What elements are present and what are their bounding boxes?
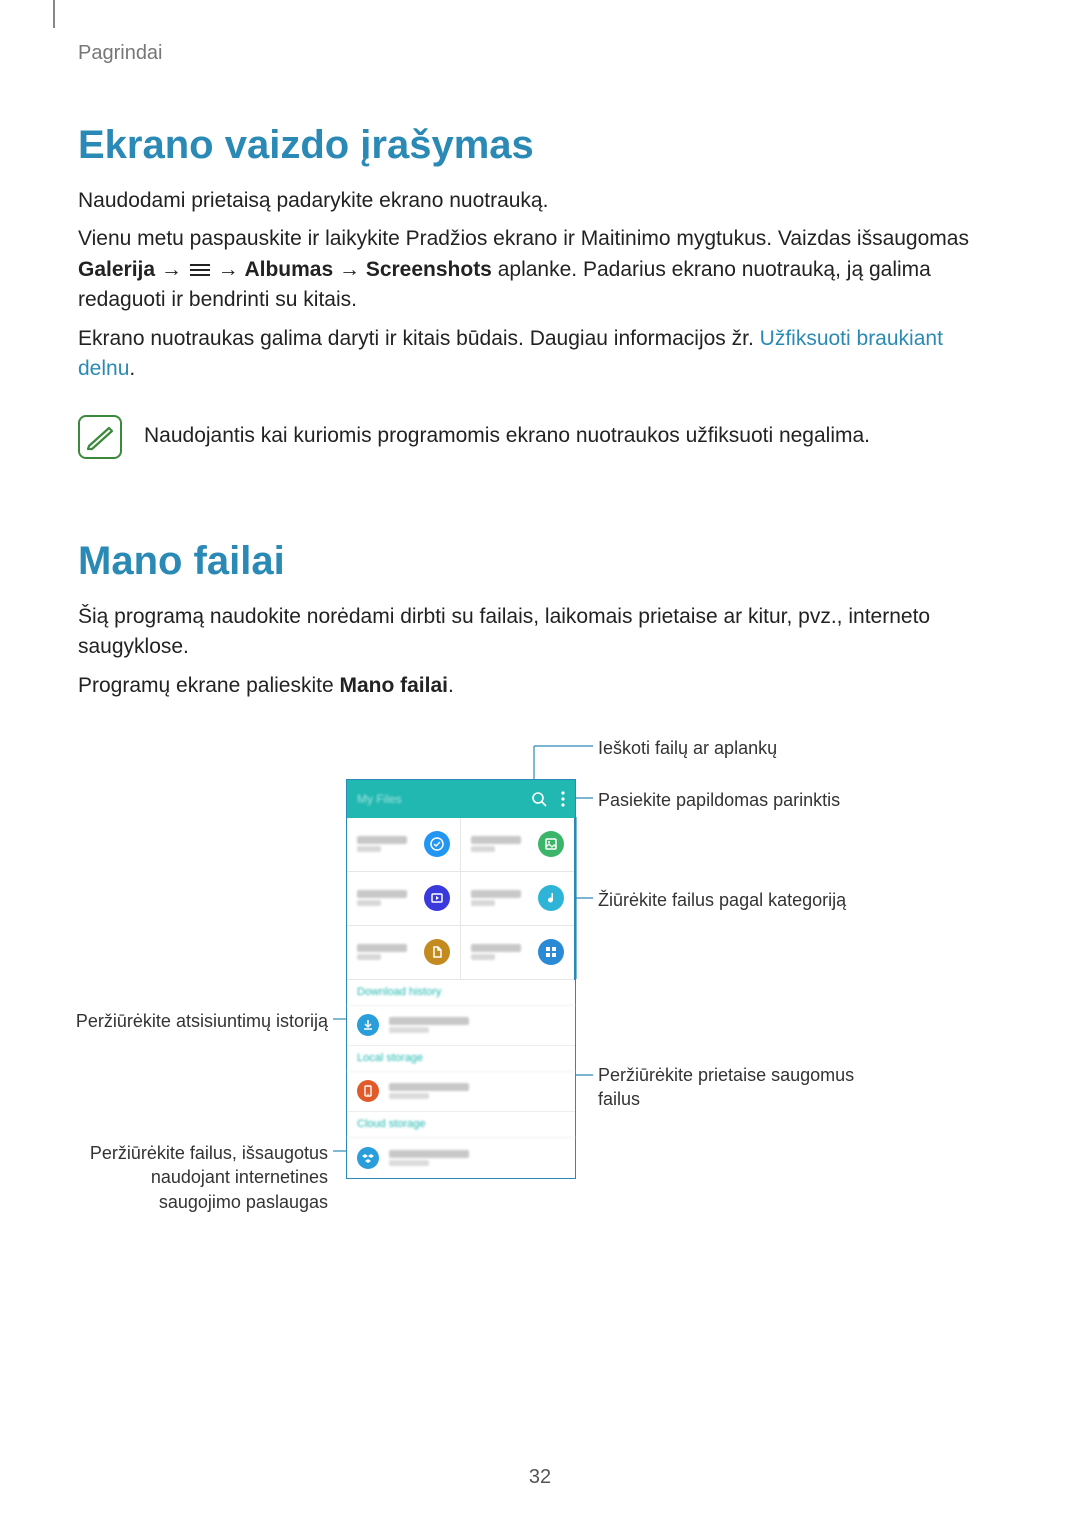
- arrow-separator: →: [161, 258, 188, 281]
- phone-sections: Download history Local storage Cloud stora…: [347, 980, 575, 1178]
- body-text: Vienu metu paspauskite ir laikykite Prad…: [78, 224, 1002, 315]
- hamburger-icon: [190, 261, 210, 279]
- more-icon[interactable]: [561, 791, 565, 807]
- image-icon: [538, 831, 564, 857]
- text-fragment: .: [129, 357, 135, 380]
- phone-appbar: My Files: [347, 780, 575, 818]
- body-text: Šią programą naudokite norėdami dirbti s…: [78, 602, 1002, 663]
- section-title-screen-capture: Ekrano vaizdo įrašymas: [78, 123, 1002, 168]
- category-apps[interactable]: [461, 926, 575, 980]
- note-text: Naudojantis kai kuriomis programomis ekr…: [144, 421, 870, 451]
- app-name-mano-failai: Mano failai: [339, 674, 448, 697]
- section-label: Local storage: [347, 1046, 575, 1072]
- category-grid: [347, 818, 575, 980]
- note-icon: [538, 885, 564, 911]
- callout-search: Ieškoti failų ar aplankų: [598, 736, 777, 760]
- list-item-download[interactable]: [347, 1006, 575, 1046]
- callout-download-history: Peržiūrėkite atsisiuntimų istoriją: [68, 1009, 328, 1033]
- list-item-dropbox[interactable]: [347, 1138, 575, 1178]
- figure-my-files: Ieškoti failų ar aplankų Pasiekite papil…: [78, 731, 998, 1231]
- note-icon: [78, 415, 122, 459]
- callout-categories: Žiūrėkite failus pagal kategoriją: [598, 888, 846, 912]
- text-fragment: .: [448, 674, 454, 697]
- callout-device-storage: Peržiūrėkite prietaise saugomus failus: [598, 1063, 878, 1112]
- category-doc[interactable]: [347, 926, 461, 980]
- arrow-separator: →: [339, 258, 366, 281]
- doc-icon: [424, 939, 450, 965]
- category-note[interactable]: [461, 872, 575, 926]
- phone-title: My Files: [357, 792, 517, 806]
- section-label: Download history: [347, 980, 575, 1006]
- category-video[interactable]: [347, 872, 461, 926]
- text-fragment: Ekrano nuotraukas galima daryti ir kitai…: [78, 327, 760, 350]
- dropbox-icon: [357, 1147, 379, 1169]
- page-content: Pagrindai Ekrano vaizdo įrašymas Naudoda…: [0, 0, 1080, 1231]
- device-icon: [357, 1080, 379, 1102]
- path-screenshots: Screenshots: [366, 258, 492, 281]
- callout-cloud-storage: Peržiūrėkite failus, išsaugotus naudojan…: [68, 1141, 328, 1214]
- callout-more-options: Pasiekite papildomas parinktis: [598, 788, 840, 812]
- section-label: Cloud storage: [347, 1112, 575, 1138]
- body-text: Programų ekrane palieskite Mano failai.: [78, 671, 1002, 701]
- breadcrumb: Pagrindai: [78, 42, 1002, 65]
- body-text: Naudodami prietaisą padarykite ekrano nu…: [78, 186, 1002, 216]
- section-title-my-files: Mano failai: [78, 539, 1002, 584]
- path-albumas: Albumas: [244, 258, 333, 281]
- video-icon: [424, 885, 450, 911]
- text-fragment: Vienu metu paspauskite ir laikykite Prad…: [78, 227, 969, 250]
- search-icon[interactable]: [531, 791, 547, 807]
- text-fragment: Programų ekrane palieskite: [78, 674, 339, 697]
- list-item-device[interactable]: [347, 1072, 575, 1112]
- body-text: Ekrano nuotraukas galima daryti ir kitai…: [78, 324, 1002, 385]
- path-galerija: Galerija: [78, 258, 155, 281]
- apps-icon: [538, 939, 564, 965]
- page-number: 32: [0, 1466, 1080, 1489]
- category-image[interactable]: [461, 818, 575, 872]
- checkmark-icon: [424, 831, 450, 857]
- download-icon: [357, 1014, 379, 1036]
- note-block: Naudojantis kai kuriomis programomis ekr…: [78, 415, 1002, 459]
- arrow-separator: →: [218, 258, 245, 281]
- phone-screenshot: My Files Download history Local storage Cl…: [346, 779, 576, 1179]
- page-gutter-mark: [53, 0, 55, 28]
- category-checkmark[interactable]: [347, 818, 461, 872]
